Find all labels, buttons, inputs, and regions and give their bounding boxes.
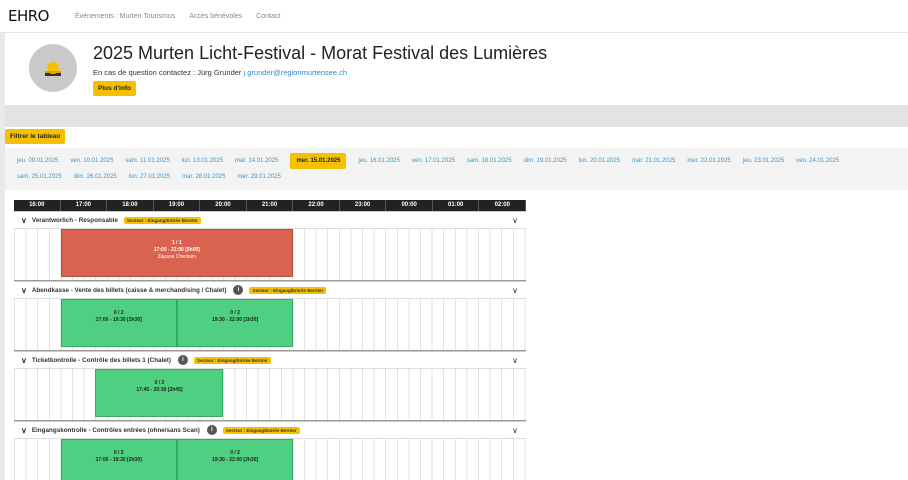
date-tab[interactable]: sam. 18.01.2025: [467, 158, 512, 164]
shift-time: 17:45 - 20:30 [2h45]: [136, 387, 183, 393]
date-tab[interactable]: lun. 27.01.2025: [129, 174, 170, 180]
info-icon[interactable]: i: [178, 355, 188, 365]
shift-block[interactable]: 0 / 2 19:30 - 22:00 [2h30]: [176, 299, 294, 347]
hour-label: 19:00: [154, 200, 201, 211]
shift-count: 0 / 2: [230, 310, 240, 316]
date-tab[interactable]: ven. 10.01.2025: [70, 158, 113, 164]
separator-band: [5, 105, 908, 127]
date-selector: jeu. 09.01.2025 ven. 10.01.2025 sam. 11.01…: [5, 148, 908, 190]
date-tab[interactable]: lun. 13.01.2025: [182, 158, 223, 164]
section-title: Abendkasse - Vente des billets (caisse &…: [31, 286, 227, 294]
shift-time: 17:00 - 22:00 [5h00]: [153, 247, 200, 253]
hour-label: 16:00: [14, 200, 61, 211]
hour-label: 22:00: [293, 200, 340, 211]
date-tab[interactable]: mar. 28.01.2025: [182, 174, 225, 180]
shift-lane: 0 / 2 17:00 - 19:30 [2h30] 0 / 2 19:30 - 22…: [14, 439, 526, 480]
shift-sections: ∨ Verantworlich - Responsable Secteur : Ei…: [14, 211, 526, 480]
more-info-button[interactable]: Plus d'info: [93, 81, 136, 96]
shift-count: 0 / 2: [230, 450, 240, 456]
shift-block[interactable]: 0 / 2 17:00 - 19:30 [2h30]: [60, 439, 177, 480]
date-tab[interactable]: jeu. 23.01.2025: [743, 158, 784, 164]
section-header[interactable]: ∨ Ticketkontrolle - Contrôle des billets …: [14, 351, 526, 369]
hour-label: 23:00: [340, 200, 387, 211]
date-tab[interactable]: ven. 17.01.2025: [412, 158, 455, 164]
chevron-down-icon[interactable]: ∨: [512, 426, 518, 435]
shift-count: 0 / 2: [113, 310, 124, 316]
shift-block[interactable]: 0 / 2 17:45 - 20:30 [2h45]: [95, 369, 224, 417]
sun-event-icon: [45, 62, 61, 76]
shift-block[interactable]: 0 / 2 17:00 - 19:30 [2h30]: [60, 299, 177, 347]
section-header[interactable]: ∨ Abendkasse - Vente des billets (caisse …: [14, 281, 526, 299]
date-tab[interactable]: mar. 21.01.2025: [632, 158, 675, 164]
shift-lane: 1 / 1 17:00 - 22:00 [5h00] Zayane Cherbuin: [14, 229, 526, 281]
chevron-down-icon[interactable]: ∨: [512, 216, 518, 225]
chevron-down-icon[interactable]: ∨: [512, 286, 518, 295]
filter-table-button[interactable]: Filtrer le tableau: [5, 129, 66, 144]
date-tab[interactable]: mar. 14.01.2025: [235, 158, 278, 164]
top-nav: EHRO Événements : Murten Tourismus Accès…: [0, 0, 908, 33]
shift-time: 19:30 - 22:00 [2h30]: [212, 457, 259, 463]
shift-count: 0 / 2: [154, 380, 165, 386]
date-tab[interactable]: mer. 29.01.2025: [237, 174, 280, 180]
date-tab[interactable]: ven. 24.01.2025: [796, 158, 839, 164]
info-icon[interactable]: i: [206, 425, 217, 435]
contact-prefix: En cas de question contactez : Jürg Grun…: [93, 68, 242, 77]
shift-block[interactable]: 0 / 2 19:30 - 22:00 [2h30]: [176, 439, 294, 480]
event-avatar: [29, 44, 77, 92]
page-title: 2025 Murten Licht-Festival - Morat Festi…: [93, 43, 548, 63]
shift-time: 17:00 - 19:30 [2h30]: [95, 457, 142, 463]
hour-label: 01:00: [433, 200, 480, 211]
section-header[interactable]: ∨ Verantworlich - Responsable Secteur : Ei…: [14, 211, 526, 229]
section-title: Eingangskontrolle - Contrôles entrées (o…: [31, 426, 200, 434]
hour-label: 17:00: [61, 200, 108, 211]
date-tab[interactable]: jeu. 09.01.2025: [17, 158, 58, 164]
sector-badge: Secteur : Eingang/Entrée Bernter: [194, 356, 271, 364]
event-header: 2025 Murten Licht-Festival - Morat Festi…: [5, 33, 908, 105]
sector-badge: Secteur : Eingang/Entrée Bernter: [222, 426, 300, 434]
contact-email-link[interactable]: j.grunder@regionmurtensee.ch: [244, 68, 348, 77]
hour-label: 20:00: [200, 200, 247, 211]
sector-badge: Secteur : Eingang/Entrée Bernter: [249, 286, 327, 294]
hour-label: 02:00: [479, 200, 527, 211]
shift-lane: 0 / 2 17:00 - 19:30 [2h30] 0 / 2 19:30 - 22…: [14, 299, 526, 351]
hour-label: 21:00: [247, 200, 294, 211]
date-tab[interactable]: sam. 11.01.2025: [125, 158, 169, 164]
shift-person: Zayane Cherbuin: [157, 254, 197, 260]
hour-label: 18:00: [107, 200, 154, 211]
filter-area: Filtrer le tableau: [5, 127, 908, 147]
shift-count: 0 / 2: [113, 450, 124, 456]
info-icon[interactable]: i: [233, 285, 244, 295]
section-title: Verantworlich - Responsable: [31, 216, 118, 224]
hour-label: 00:00: [386, 200, 433, 211]
sector-badge: Secteur : Eingang/Entrée Bernter: [123, 216, 201, 224]
section-title: Ticketkontrolle - Contrôle des billets 1…: [31, 356, 171, 364]
date-tab-active[interactable]: mer. 15.01.2025: [290, 153, 347, 169]
chevron-down-icon[interactable]: ∨: [512, 356, 518, 365]
date-tab[interactable]: sam. 25.01.2025: [17, 174, 62, 180]
date-tab[interactable]: dim. 26.01.2025: [74, 174, 117, 180]
shift-timeline: 16:00 17:00 18:00 19:00 20:00 21:00 22:00 23:00…: [14, 200, 527, 480]
nav-link-events[interactable]: Événements : Murten Tourismus: [75, 13, 175, 20]
date-row-1: jeu. 09.01.2025 ven. 10.01.2025 sam. 11.01…: [5, 153, 839, 169]
nav-link-contact[interactable]: Contact: [256, 13, 280, 20]
date-tab[interactable]: jeu. 16.01.2025: [358, 158, 399, 164]
section-header[interactable]: ∨ Eingangskontrolle - Contrôles entrées (…: [14, 421, 526, 439]
time-header: 16:00 17:00 18:00 19:00 20:00 21:00 22:00 23:00…: [14, 200, 527, 211]
nav-link-volunteer-access[interactable]: Accès bénévoles: [189, 13, 242, 20]
date-tab[interactable]: lun. 20.01.2025: [579, 158, 620, 164]
chevron-down-icon[interactable]: ∨: [21, 286, 27, 295]
shift-time: 19:30 - 22:00 [2h30]: [212, 317, 259, 323]
date-row-2: sam. 25.01.2025 dim. 26.01.2025 lun. 27.01…: [5, 174, 281, 180]
shift-block[interactable]: 1 / 1 17:00 - 22:00 [5h00] Zayane Cherbuin: [60, 229, 294, 277]
shift-time: 17:00 - 19:30 [2h30]: [95, 317, 142, 323]
chevron-down-icon[interactable]: ∨: [21, 426, 27, 435]
date-tab[interactable]: mer. 22.01.2025: [687, 158, 730, 164]
chevron-down-icon[interactable]: ∨: [21, 216, 27, 225]
chevron-down-icon[interactable]: ∨: [21, 356, 27, 365]
shift-lane: 0 / 2 17:45 - 20:30 [2h45]: [14, 369, 526, 421]
date-tab[interactable]: dim. 19.01.2025: [524, 158, 567, 164]
shift-count: 1 / 1: [172, 240, 182, 246]
contact-line: En cas de question contactez : Jürg Grun…: [93, 68, 347, 77]
logo[interactable]: EHRO: [8, 7, 50, 25]
